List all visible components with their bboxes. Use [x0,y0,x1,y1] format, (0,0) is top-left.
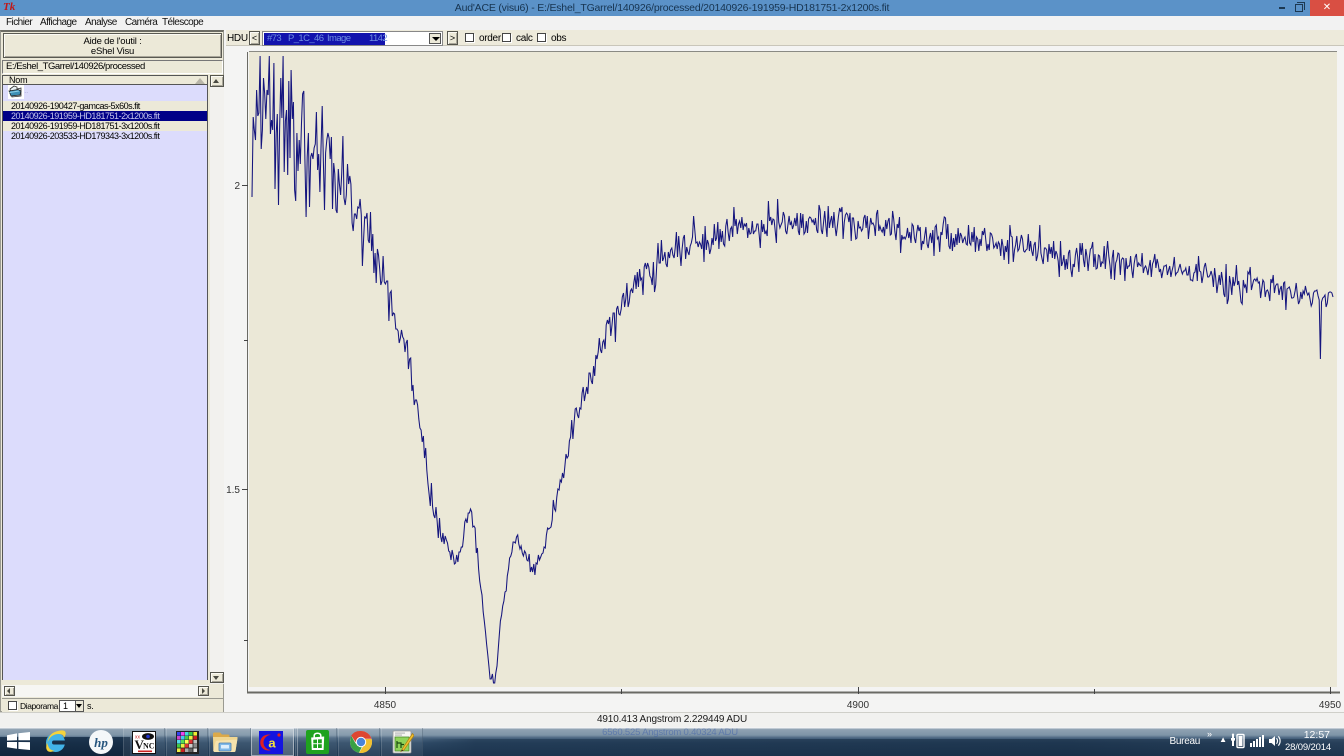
svg-text:1.5: 1.5 [226,485,240,496]
svg-text:4950: 4950 [1319,700,1342,711]
svg-text:4900: 4900 [847,700,870,711]
svg-text:4850: 4850 [374,700,397,711]
svg-text:hp: hp [94,735,108,750]
svg-text:NC: NC [143,742,155,751]
svg-text:a: a [268,736,276,751]
svg-text:2: 2 [234,181,240,192]
